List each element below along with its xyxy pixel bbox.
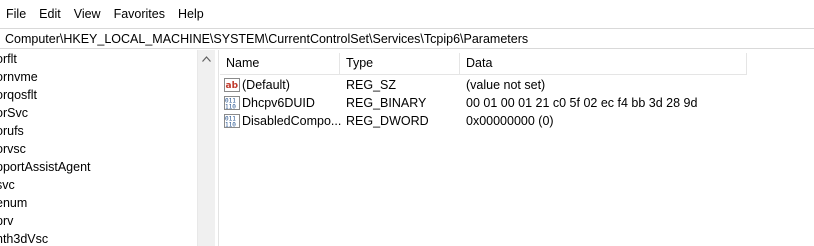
tree-item[interactable]: orSvc: [0, 104, 28, 122]
table-row[interactable]: ab (Default) REG_SZ (value not set): [220, 76, 780, 94]
tree-item[interactable]: svc: [0, 176, 15, 194]
binary-value-icon: 011 110: [224, 114, 240, 128]
menu-view[interactable]: View: [68, 0, 108, 28]
menu-help[interactable]: Help: [172, 0, 211, 28]
tree-item[interactable]: prv: [0, 212, 13, 230]
menu-favorites[interactable]: Favorites: [108, 0, 172, 28]
address-bar[interactable]: Computer\HKEY_LOCAL_MACHINE\SYSTEM\Curre…: [0, 28, 814, 49]
tree-item[interactable]: orvsc: [0, 140, 26, 158]
svg-text:ab: ab: [226, 81, 239, 91]
pane-splitter[interactable]: [215, 50, 219, 246]
value-name: (Default): [242, 78, 290, 92]
value-type: REG_SZ: [346, 78, 397, 92]
scroll-up-button[interactable]: [198, 50, 215, 67]
menu-edit[interactable]: Edit: [33, 0, 68, 28]
tree-item[interactable]: ornvme: [0, 68, 38, 86]
list-header: Name Type Data: [220, 53, 747, 75]
column-header-type[interactable]: Type: [340, 53, 460, 75]
tree-item[interactable]: orufs: [0, 122, 24, 140]
binary-value-icon: 011 110: [224, 96, 240, 110]
key-tree-pane: orflt ornvme orqosflt orSvc orufs orvsc …: [0, 50, 197, 246]
column-header-name[interactable]: Name: [220, 53, 340, 75]
tree-scrollbar[interactable]: [197, 50, 215, 246]
value-data: 0x00000000 (0): [466, 114, 554, 128]
column-header-data[interactable]: Data: [460, 53, 747, 75]
value-data: (value not set): [466, 78, 546, 92]
tree-item[interactable]: nth3dVsc: [0, 230, 48, 246]
table-row[interactable]: 011 110 Dhcpv6DUID REG_BINARY 00 01 00 0…: [220, 94, 780, 112]
menu-file[interactable]: File: [0, 0, 33, 28]
table-row[interactable]: 011 110 DisabledCompo... REG_DWORD 0x000…: [220, 112, 780, 130]
value-data: 00 01 00 01 21 c0 5f 02 ec f4 bb 3d 28 9…: [466, 96, 698, 110]
tree-item[interactable]: orflt: [0, 50, 17, 68]
svg-text:110: 110: [225, 104, 236, 111]
chevron-up-icon: [202, 55, 211, 62]
value-name: DisabledCompo...: [242, 114, 342, 128]
string-value-icon: ab: [224, 78, 240, 92]
tree-item[interactable]: orqosflt: [0, 86, 37, 104]
values-list-pane: Name Type Data ab (Default) REG_SZ (valu…: [220, 50, 814, 246]
tree-item[interactable]: enum: [0, 194, 27, 212]
scroll-track[interactable]: [198, 67, 215, 246]
address-path: Computer\HKEY_LOCAL_MACHINE\SYSTEM\Curre…: [5, 31, 529, 46]
value-type: REG_BINARY: [346, 96, 427, 110]
value-type: REG_DWORD: [346, 114, 429, 128]
svg-text:110: 110: [225, 122, 236, 129]
menu-bar: File Edit View Favorites Help: [0, 0, 814, 28]
column-divider[interactable]: [746, 53, 747, 75]
value-name: Dhcpv6DUID: [242, 96, 315, 110]
tree-item[interactable]: pportAssistAgent: [0, 158, 91, 176]
